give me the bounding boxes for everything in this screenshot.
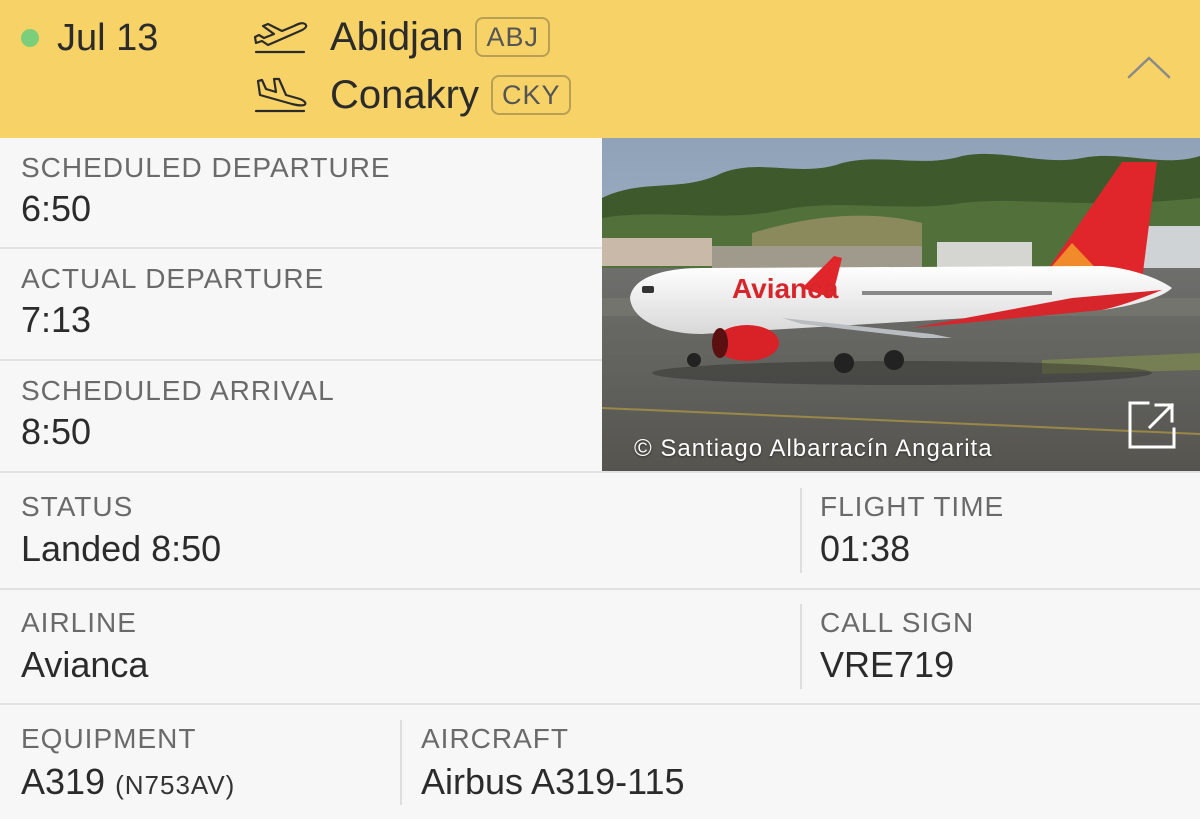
equipment-value: A319 (N753AV) <box>21 761 235 806</box>
departure-city: Abidjan <box>330 15 464 59</box>
flight-header[interactable]: Jul 13 Abidjan ABJ Conakry CKY <box>0 0 1200 138</box>
flight-date: Jul 13 <box>57 17 159 59</box>
flight-time-label: FLIGHT TIME <box>820 491 1005 522</box>
scheduled-arrival-value: 8:50 <box>21 411 92 452</box>
status-dot <box>21 29 39 47</box>
arrival-row: Conakry CKY <box>252 70 572 120</box>
departure-code: ABJ <box>475 17 550 57</box>
actual-departure-cell: ACTUAL DEPARTURE 7:13 <box>0 249 602 359</box>
aircraft-photo[interactable]: Avianca © Santiago Albarracín Angarita <box>602 138 1200 473</box>
actual-departure-label: ACTUAL DEPARTURE <box>21 263 325 294</box>
flight-time-value: 01:38 <box>820 528 911 569</box>
equipment-registration: (N753AV) <box>115 770 236 800</box>
arrival-city: Conakry <box>330 73 479 117</box>
equipment-label: EQUIPMENT <box>21 723 197 754</box>
scheduled-departure-label: SCHEDULED DEPARTURE <box>21 152 391 183</box>
scheduled-departure-value: 6:50 <box>21 188 92 229</box>
equipment-type: A319 <box>21 761 106 802</box>
airline-cell: AIRLINE Avianca <box>0 590 800 702</box>
aircraft-photo-image: Avianca <box>602 138 1200 473</box>
aircraft-cell: AIRCRAFT Airbus A319-115 <box>402 705 1200 819</box>
actual-departure-value: 7:13 <box>21 299 92 340</box>
departure-row: Abidjan ABJ <box>252 12 550 62</box>
takeoff-icon <box>253 22 308 54</box>
flight-time-cell: FLIGHT TIME 01:38 <box>802 473 1200 587</box>
call-sign-cell: CALL SIGN VRE719 <box>802 590 1200 702</box>
call-sign-value: VRE719 <box>820 644 955 685</box>
status-value: Landed 8:50 <box>21 528 222 569</box>
equipment-cell: EQUIPMENT A319 (N753AV) <box>0 705 400 819</box>
external-link-icon[interactable] <box>1126 399 1178 451</box>
scheduled-arrival-label: SCHEDULED ARRIVAL <box>21 375 335 406</box>
aircraft-value: Airbus A319-115 <box>421 761 685 802</box>
status-label: STATUS <box>21 491 134 522</box>
call-sign-label: CALL SIGN <box>820 607 975 638</box>
photo-credit: © Santiago Albarracín Angarita <box>634 435 993 462</box>
airline-value: Avianca <box>21 644 149 685</box>
scheduled-arrival-cell: SCHEDULED ARRIVAL 8:50 <box>0 361 602 471</box>
aircraft-label: AIRCRAFT <box>421 723 569 754</box>
scheduled-departure-cell: SCHEDULED DEPARTURE 6:50 <box>0 138 602 248</box>
landing-icon <box>254 77 307 113</box>
airline-label: AIRLINE <box>21 607 137 638</box>
chevron-up-icon[interactable] <box>1126 52 1172 82</box>
livery-text: Avianca <box>732 273 839 304</box>
status-cell: STATUS Landed 8:50 <box>0 473 800 587</box>
arrival-code: CKY <box>490 75 572 115</box>
